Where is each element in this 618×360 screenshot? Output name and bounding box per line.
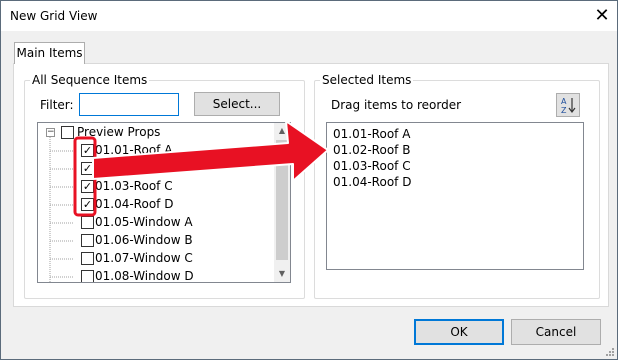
checkbox-checked[interactable]: ✓ [81, 162, 94, 175]
scroll-down-icon[interactable]: ▼ [274, 266, 290, 282]
sort-az-icon[interactable]: A Z [556, 93, 580, 117]
window-title: New Grid View [10, 9, 98, 23]
tree-node-item[interactable]: 01.06-Window B [38, 232, 274, 250]
tab-main-items[interactable]: Main Items [14, 42, 85, 64]
sequence-tree[interactable]: − Preview Props ✓ 01.01-Roof A ✓ 01.02-R… [37, 122, 291, 283]
collapse-icon[interactable]: − [46, 128, 55, 137]
list-item[interactable]: 01.02-Roof B [333, 143, 410, 157]
tab-label: Main Items [16, 46, 83, 60]
close-icon[interactable]: ✕ [587, 1, 617, 31]
tree-node-item[interactable]: 01.07-Window C [38, 250, 274, 268]
checkbox-unchecked[interactable] [81, 270, 94, 282]
resize-grip-icon[interactable] [605, 347, 615, 357]
list-item[interactable]: 01.01-Roof A [333, 127, 410, 141]
checkbox-checked[interactable]: ✓ [81, 198, 94, 211]
ok-button[interactable]: OK [414, 319, 504, 345]
checkbox-checked[interactable]: ✓ [81, 180, 94, 193]
tree-checkbox-root[interactable] [61, 126, 74, 139]
tree-node-label: 01.07-Window C [95, 251, 193, 265]
tree-node-label: 01.01-Roof A [95, 143, 173, 157]
tree-node-item[interactable]: ✓ 01.02-Roof B [38, 160, 274, 178]
drag-hint-label: Drag items to reorder [331, 98, 462, 112]
tree-node-item[interactable]: ✓ 01.01-Roof A [38, 142, 274, 160]
tree-node-item[interactable]: 01.08-Window D [38, 268, 274, 283]
tree-node-label: 01.05-Window A [95, 215, 193, 229]
tree-node-label: 01.04-Roof D [95, 197, 174, 211]
selected-items-list[interactable]: 01.01-Roof A 01.02-Roof B 01.03-Roof C 0… [326, 122, 584, 270]
scroll-up-icon[interactable]: ▲ [274, 123, 290, 139]
svg-text:Z: Z [561, 106, 567, 115]
list-item[interactable]: 01.04-Roof D [333, 175, 411, 189]
title-bar: New Grid View ✕ [1, 1, 617, 31]
tree-node-root[interactable]: − Preview Props [38, 124, 274, 142]
tree-node-item[interactable]: ✓ 01.03-Roof C [38, 178, 274, 196]
tree-node-label: 01.08-Window D [95, 269, 194, 283]
filter-input[interactable] [79, 93, 179, 116]
cancel-button[interactable]: Cancel [511, 319, 601, 345]
checkbox-unchecked[interactable] [81, 234, 94, 247]
group-legend-selected-items: Selected Items [320, 73, 414, 87]
tree-node-label: Preview Props [77, 125, 161, 139]
select-button[interactable]: Select... [194, 92, 280, 116]
new-grid-view-dialog: New Grid View ✕ Main Items All Sequence … [0, 0, 618, 360]
list-item[interactable]: 01.03-Roof C [333, 159, 411, 173]
group-legend-all-items: All Sequence Items [30, 73, 150, 87]
tree-node-item[interactable]: ✓ 01.04-Roof D [38, 196, 274, 214]
tree-vertical-scrollbar[interactable]: ▲ ▼ [274, 123, 290, 282]
checkbox-checked[interactable]: ✓ [81, 144, 94, 157]
svg-text:A: A [561, 97, 567, 106]
checkbox-unchecked[interactable] [81, 252, 94, 265]
filter-label: Filter: [40, 98, 74, 112]
checkbox-unchecked[interactable] [81, 216, 94, 229]
scroll-thumb[interactable] [276, 140, 288, 260]
tree-node-label: 01.03-Roof C [95, 179, 173, 193]
tree-node-label: 01.02-Roof B [95, 161, 173, 175]
tree-node-item[interactable]: 01.05-Window A [38, 214, 274, 232]
tree-node-label: 01.06-Window B [95, 233, 193, 247]
